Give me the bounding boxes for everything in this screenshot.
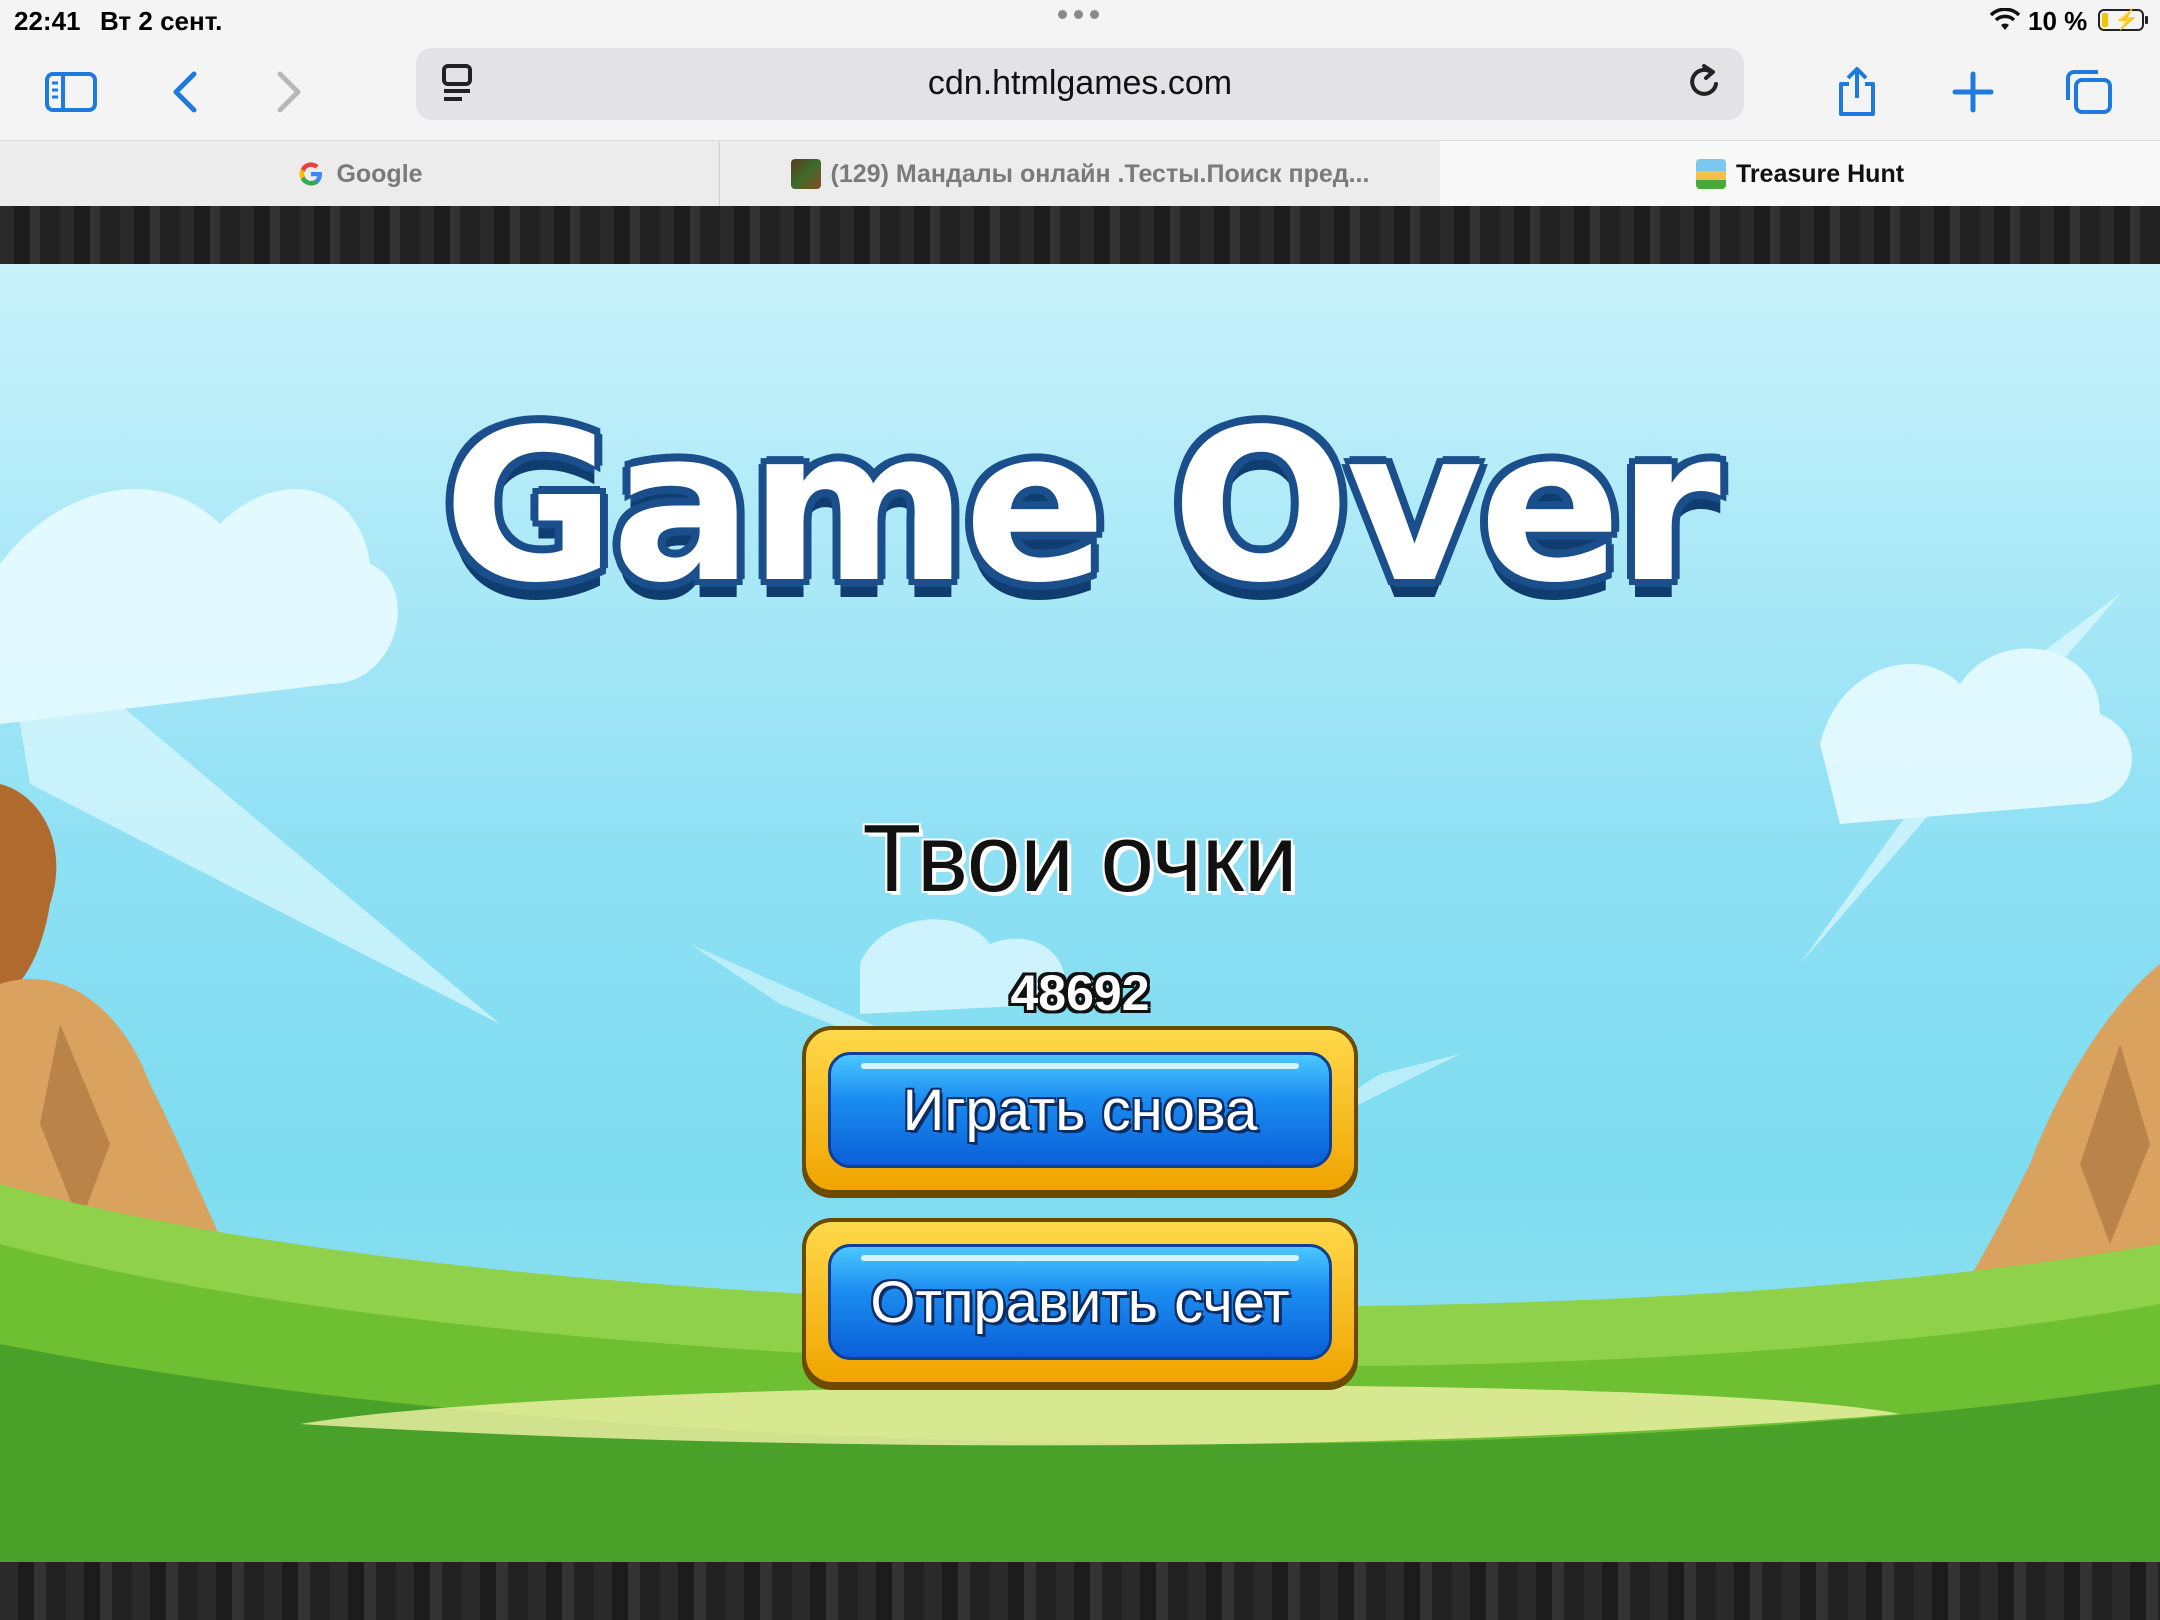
submit-score-button-face: Отправить счет: [828, 1244, 1332, 1360]
address-bar[interactable]: cdn.htmlgames.com: [416, 48, 1744, 120]
status-time: 22:41: [14, 6, 81, 36]
wifi-icon: [1989, 7, 2021, 39]
wood-border-top: [0, 206, 2160, 264]
tab-mandalas[interactable]: (129) Мандалы онлайн .Тесты.Поиск пред..…: [720, 141, 1440, 207]
battery-icon: ⚡: [2098, 9, 2148, 31]
url-text: cdn.htmlgames.com: [927, 64, 1233, 102]
mandala-favicon-icon: [790, 159, 821, 189]
sidebar-icon[interactable]: [36, 62, 106, 122]
submit-score-button[interactable]: Отправить счет: [802, 1218, 1358, 1386]
play-again-button-face: Играть снова: [828, 1052, 1332, 1168]
new-tab-icon[interactable]: [1938, 62, 2008, 122]
treasure-hunt-favicon-icon: [1695, 159, 1726, 189]
tabs-icon[interactable]: [2054, 62, 2124, 122]
tab-google[interactable]: Google: [0, 141, 720, 207]
wood-border-bottom: [0, 1562, 2160, 1620]
forward-icon[interactable]: [254, 62, 324, 122]
tab-label: Treasure Hunt: [1735, 159, 1905, 188]
play-again-button[interactable]: Играть снова: [802, 1026, 1358, 1194]
back-icon[interactable]: [150, 62, 220, 122]
status-date: Вт 2 сент.: [100, 6, 223, 36]
google-icon: [296, 159, 326, 189]
multitasking-dots[interactable]: [1058, 10, 1099, 19]
tab-bar: Google (129) Мандалы онлайн .Тесты.Поиск…: [0, 140, 2160, 207]
play-again-label: Играть снова: [902, 1077, 1258, 1143]
score-value: 48692: [1010, 965, 1150, 1021]
tab-label: (129) Мандалы онлайн .Тесты.Поиск пред..…: [830, 159, 1370, 188]
battery-percent: 10 %: [2028, 6, 2088, 36]
score-label: Твои очки: [862, 805, 1298, 912]
game-canvas: Game Over Твои очки 48692 Играть снова О…: [0, 264, 2160, 1562]
tab-label: Google: [336, 159, 423, 188]
status-bar: 22:41 Вт 2 сент. 10 % ⚡: [0, 0, 2160, 44]
share-icon[interactable]: [1822, 62, 1892, 122]
tab-treasure-hunt[interactable]: Treasure Hunt: [1440, 141, 2160, 207]
browser-toolbar: cdn.htmlgames.com: [0, 44, 2160, 140]
reload-icon[interactable]: [1686, 62, 1722, 107]
game-over-title: Game Over: [443, 384, 1721, 629]
submit-score-label: Отправить счет: [870, 1269, 1290, 1335]
